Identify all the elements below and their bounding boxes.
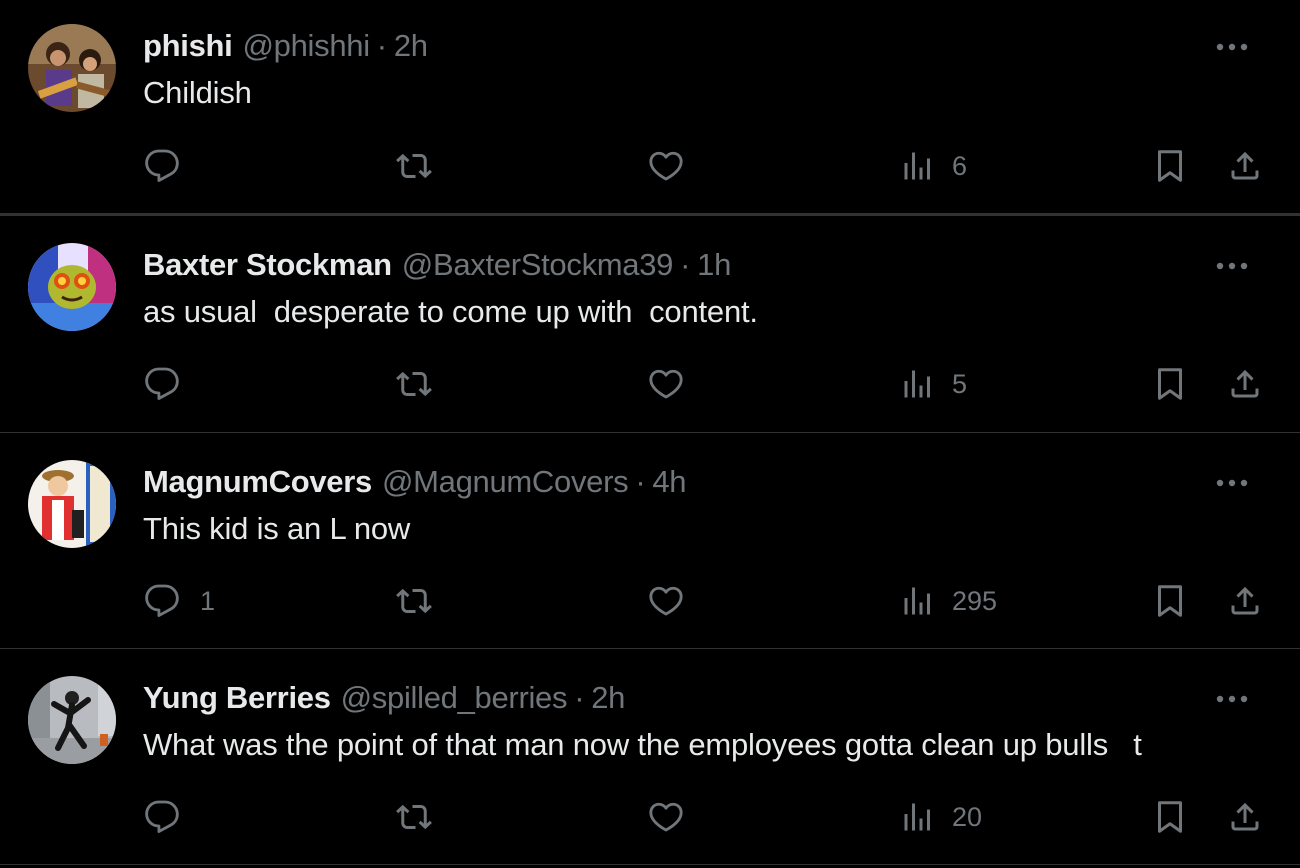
like-button[interactable] <box>648 364 684 404</box>
timestamp[interactable]: 4h <box>652 464 686 500</box>
like-button[interactable] <box>648 797 684 837</box>
bookmark-icon <box>1158 585 1182 617</box>
post[interactable]: Baxter Stockman @BaxterStockma39 · 1h as… <box>0 216 1300 433</box>
post[interactable]: MagnumCovers @MagnumCovers · 4h This kid… <box>0 433 1300 649</box>
avatar[interactable] <box>28 676 116 764</box>
display-name[interactable]: MagnumCovers <box>143 464 372 500</box>
display-name[interactable]: phishi <box>143 28 233 64</box>
more-icon[interactable] <box>1214 687 1250 711</box>
share-button[interactable] <box>1227 364 1263 404</box>
post-header: Yung Berries @spilled_berries · 2h <box>143 678 625 718</box>
views-icon <box>904 152 930 180</box>
reply-button[interactable] <box>144 146 200 186</box>
like-button[interactable] <box>648 581 684 621</box>
bookmark-icon <box>1158 368 1182 400</box>
views-button[interactable]: 20 <box>900 797 982 837</box>
share-button[interactable] <box>1227 146 1263 186</box>
post-text: Childish <box>143 75 252 110</box>
views-icon <box>904 803 930 831</box>
bookmark-button[interactable] <box>1152 146 1188 186</box>
post[interactable]: phishi @phishhi · 2h Childish 6 <box>0 0 1300 216</box>
share-icon <box>1231 151 1259 180</box>
user-handle[interactable]: @spilled_berries <box>341 680 568 716</box>
post-text: as usual desperate to come up with conte… <box>143 294 758 329</box>
display-name[interactable]: Yung Berries <box>143 680 331 716</box>
timestamp[interactable]: 1h <box>697 247 731 283</box>
bookmark-button[interactable] <box>1152 581 1188 621</box>
post-text: What was the point of that man now the e… <box>143 727 1142 762</box>
display-name[interactable]: Baxter Stockman <box>143 247 392 283</box>
share-button[interactable] <box>1227 797 1263 837</box>
post-header: MagnumCovers @MagnumCovers · 4h <box>143 462 687 502</box>
views-count: 6 <box>952 150 968 181</box>
views-icon <box>904 370 930 398</box>
bookmark-icon <box>1158 801 1182 833</box>
avatar[interactable] <box>28 243 116 331</box>
share-icon <box>1231 369 1259 398</box>
action-bar: 20 <box>0 797 1300 837</box>
separator: · <box>680 247 691 282</box>
bookmark-button[interactable] <box>1152 797 1188 837</box>
like-icon <box>649 369 683 399</box>
retweet-icon <box>396 804 432 830</box>
like-icon <box>649 586 683 616</box>
reply-icon <box>145 800 179 833</box>
timestamp[interactable]: 2h <box>591 680 625 716</box>
action-bar: 6 <box>0 146 1300 186</box>
post[interactable]: Yung Berries @spilled_berries · 2h What … <box>0 649 1300 865</box>
reply-count: 1 <box>200 585 216 616</box>
separator: · <box>376 28 387 63</box>
reply-button[interactable] <box>144 797 200 837</box>
separator: · <box>635 464 646 499</box>
reply-feed: phishi @phishhi · 2h Childish 6 Baxter S… <box>0 0 1300 868</box>
action-bar: 5 <box>0 364 1300 404</box>
views-button[interactable]: 295 <box>900 581 997 621</box>
reply-button[interactable] <box>144 364 200 404</box>
user-handle[interactable]: @MagnumCovers <box>382 464 629 500</box>
timestamp[interactable]: 2h <box>394 28 428 64</box>
views-button[interactable]: 5 <box>900 364 967 404</box>
like-button[interactable] <box>648 146 684 186</box>
retweet-icon <box>396 371 432 397</box>
retweet-button[interactable] <box>396 364 432 404</box>
retweet-button[interactable] <box>396 581 432 621</box>
more-icon[interactable] <box>1214 254 1250 278</box>
retweet-icon <box>396 588 432 614</box>
reply-icon <box>145 149 179 182</box>
more-icon[interactable] <box>1214 35 1250 59</box>
more-icon[interactable] <box>1214 471 1250 495</box>
views-count: 295 <box>952 585 998 616</box>
post-header: Baxter Stockman @BaxterStockma39 · 1h <box>143 245 731 285</box>
retweet-button[interactable] <box>396 146 432 186</box>
action-bar: 1 295 <box>0 581 1300 621</box>
views-count: 20 <box>952 801 983 832</box>
retweet-button[interactable] <box>396 797 432 837</box>
avatar[interactable] <box>28 24 116 112</box>
user-handle[interactable]: @phishhi <box>242 28 370 64</box>
views-count: 5 <box>952 368 968 399</box>
share-button[interactable] <box>1227 581 1263 621</box>
like-icon <box>649 151 683 181</box>
user-handle[interactable]: @BaxterStockma39 <box>402 247 674 283</box>
like-icon <box>649 802 683 832</box>
share-icon <box>1231 802 1259 831</box>
post-header: phishi @phishhi · 2h <box>143 26 428 66</box>
views-icon <box>904 587 930 615</box>
reply-icon <box>145 367 179 400</box>
bookmark-button[interactable] <box>1152 364 1188 404</box>
bookmark-icon <box>1158 150 1182 182</box>
share-icon <box>1231 586 1259 615</box>
reply-button[interactable]: 1 <box>144 581 215 621</box>
views-button[interactable]: 6 <box>900 146 967 186</box>
retweet-icon <box>396 153 432 179</box>
reply-icon <box>145 584 179 617</box>
post-text: This kid is an L now <box>143 511 411 546</box>
avatar[interactable] <box>28 460 116 548</box>
separator: · <box>574 680 585 715</box>
